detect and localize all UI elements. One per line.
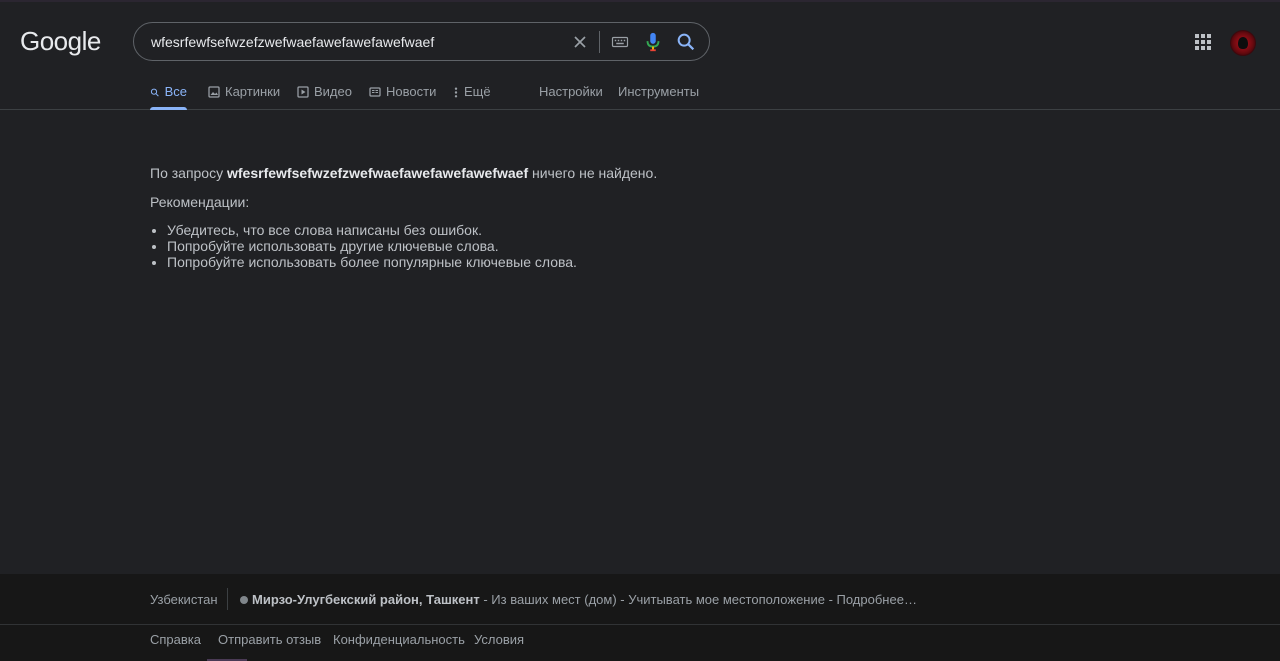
keyboard-icon[interactable] <box>611 33 629 51</box>
country-label: Узбекистан <box>150 592 218 607</box>
location-info: Мирзо-Улугбекский район, Ташкент - Из ва… <box>240 592 917 607</box>
tab-images[interactable]: Картинки <box>208 84 280 110</box>
privacy-link[interactable]: Конфиденциальность <box>333 632 465 647</box>
location-dot-icon <box>240 596 248 604</box>
search-divider <box>599 31 600 53</box>
video-icon <box>297 86 309 98</box>
list-item: Убедитесь, что все слова написаны без ош… <box>167 222 850 238</box>
recommendations-list: Убедитесь, что все слова написаны без ош… <box>150 222 850 270</box>
google-logo[interactable]: Google <box>20 26 101 56</box>
recommendations-title: Рекомендации: <box>150 194 250 210</box>
no-results-suffix: ничего не найдено. <box>528 165 658 181</box>
more-vert-icon <box>454 87 458 98</box>
query-text: wfesrfewfsefwzefzwefwaefawefawefawefwaef <box>227 165 529 181</box>
location-row: Узбекистан Мирзо-Улугбекский район, Ташк… <box>0 574 1280 625</box>
tab-video[interactable]: Видео <box>297 84 352 110</box>
settings-link[interactable]: Настройки <box>539 84 603 110</box>
search-box[interactable] <box>133 22 710 61</box>
tab-all[interactable]: Все <box>150 84 187 110</box>
tab-more[interactable]: Ещё <box>453 84 491 110</box>
tools-link[interactable]: Инструменты <box>618 84 699 110</box>
tab-label: Новости <box>386 84 437 99</box>
location-divider <box>227 588 228 610</box>
search-icon <box>150 88 159 97</box>
tab-news[interactable]: Новости <box>369 84 436 110</box>
microphone-icon[interactable] <box>644 31 662 53</box>
no-results-message: По запросу wfesrfewfsefwzefzwefwaefawefa… <box>150 164 850 182</box>
search-input[interactable] <box>151 32 551 52</box>
account-avatar[interactable] <box>1230 30 1256 56</box>
tab-label: Видео <box>314 84 352 99</box>
list-item: Попробуйте использовать другие ключевые … <box>167 238 850 254</box>
results-area: По запросу wfesrfewfsefwzefzwefwaefawefa… <box>150 164 850 270</box>
terms-link[interactable]: Условия <box>474 632 524 647</box>
use-location-link[interactable]: Учитывать мое местоположение <box>628 592 825 607</box>
clear-icon[interactable] <box>570 32 590 52</box>
location-name: Мирзо-Улугбекский район, Ташкент <box>252 592 480 607</box>
search-icon[interactable] <box>675 31 697 53</box>
news-icon <box>369 87 381 97</box>
tab-label: Все <box>164 84 187 99</box>
apps-grid-icon[interactable] <box>1193 32 1213 52</box>
feedback-link[interactable]: Отправить отзыв <box>218 632 321 647</box>
list-item: Попробуйте использовать более популярные… <box>167 254 850 270</box>
tab-label: Ещё <box>464 84 491 99</box>
footer: Узбекистан Мирзо-Улугбекский район, Ташк… <box>0 574 1280 661</box>
more-link[interactable]: - Подробнее… <box>825 592 917 607</box>
location-source: - Из ваших мест (дом) - <box>479 592 629 607</box>
no-results-prefix: По запросу <box>150 165 227 181</box>
header: Google wfesrfewfsefwzefzwefwaefawefawefa… <box>0 0 1280 110</box>
tab-label: Картинки <box>225 84 281 99</box>
image-icon <box>208 86 220 98</box>
help-link[interactable]: Справка <box>150 632 201 647</box>
